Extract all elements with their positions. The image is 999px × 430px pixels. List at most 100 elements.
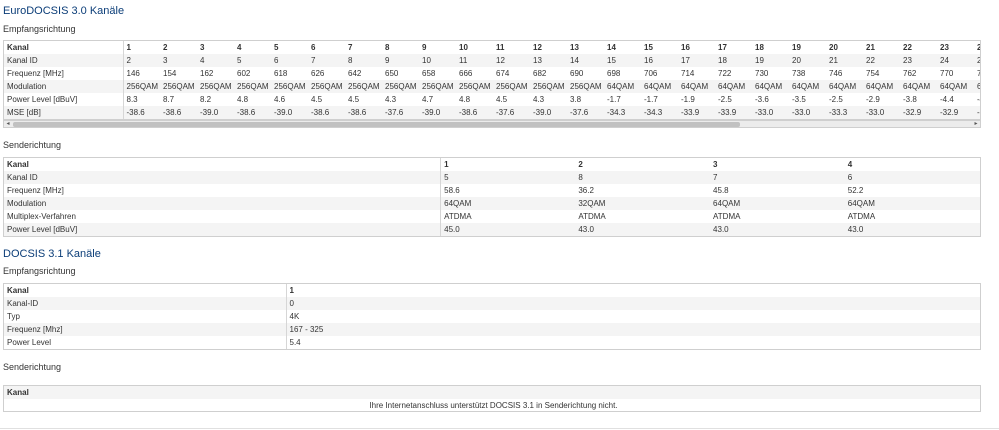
table-cell: 4.8 bbox=[234, 93, 271, 106]
table-cell: 5.4 bbox=[286, 336, 980, 349]
table-cell: 256QAM bbox=[456, 80, 493, 93]
table-cell: -37.6 bbox=[382, 106, 419, 119]
docsis31-upstream-table: Kanal Ihre Internetanschluss unterstützt… bbox=[4, 386, 980, 411]
row-label: Kanal bbox=[4, 158, 442, 171]
table-cell: 4.8 bbox=[456, 93, 493, 106]
table-cell: 15 bbox=[641, 41, 678, 54]
table-cell: 4 bbox=[197, 54, 234, 67]
horizontal-scrollbar[interactable]: ◂ ▸ bbox=[3, 120, 981, 128]
table-cell: 16 bbox=[678, 41, 715, 54]
table-cell: 256QAM bbox=[197, 80, 234, 93]
table-cell: 32QAM bbox=[575, 197, 711, 210]
table-cell: 256QAM bbox=[308, 80, 345, 93]
table-cell: 256QAM bbox=[530, 80, 567, 93]
table-cell: 602 bbox=[234, 67, 271, 80]
table-cell: 256QAM bbox=[345, 80, 382, 93]
table-cell: 14 bbox=[567, 54, 604, 67]
table-cell: 256QAM bbox=[160, 80, 197, 93]
table-cell: 256QAM bbox=[493, 80, 530, 93]
table-cell: 21 bbox=[826, 54, 863, 67]
table-cell: 738 bbox=[789, 67, 826, 80]
table-cell: 64QAM bbox=[752, 80, 789, 93]
table-cell: -38.6 bbox=[308, 106, 345, 119]
table-cell: 770 bbox=[937, 67, 974, 80]
table-cell: 14 bbox=[604, 41, 641, 54]
table-cell: 2 bbox=[575, 158, 711, 171]
table-cell: 64QAM bbox=[863, 80, 900, 93]
scroll-left-arrow-icon[interactable]: ◂ bbox=[4, 121, 12, 127]
table-cell: 2 bbox=[160, 41, 197, 54]
table-cell: 64QAM bbox=[715, 80, 752, 93]
table-cell: 4.7 bbox=[419, 93, 456, 106]
table-cell: 698 bbox=[604, 67, 641, 80]
table-cell: 36.2 bbox=[575, 184, 711, 197]
bottom-divider bbox=[0, 428, 999, 429]
docsis31-upstream-title: Senderichtung bbox=[3, 362, 62, 372]
table-cell: -39.0 bbox=[419, 106, 456, 119]
table-cell: 618 bbox=[271, 67, 308, 80]
table-cell: 690 bbox=[567, 67, 604, 80]
table-cell: -1.7 bbox=[641, 93, 678, 106]
table-row: Power Level 5.4 bbox=[4, 336, 980, 349]
table-cell: 3 bbox=[160, 54, 197, 67]
table-row: Power Level [dBuV] 45.0 43.0 43.0 43.0 bbox=[4, 223, 980, 236]
table-cell: -38.6 bbox=[160, 106, 197, 119]
scrollbar-thumb[interactable] bbox=[13, 122, 740, 127]
table-cell: 4.5 bbox=[308, 93, 345, 106]
euro-downstream-table-wrapper[interactable]: Kanal 1 2 3 4 5 6 7 8 9 10 11 12 13 14 15 16 17 18 19 20 21 22… bbox=[3, 40, 981, 120]
table-cell: 58.6 bbox=[440, 184, 576, 197]
table-cell: 64QAM bbox=[826, 80, 863, 93]
docsis31-title: DOCSIS 3.1 Kanäle bbox=[3, 248, 101, 260]
row-label: Kanal-ID bbox=[4, 297, 287, 310]
euro-downstream-title: Empfangsrichtung bbox=[3, 24, 76, 34]
table-cell: -38.6 bbox=[345, 106, 382, 119]
table-cell: -39.0 bbox=[271, 106, 308, 119]
table-cell: 64QAM bbox=[678, 80, 715, 93]
table-cell: 19 bbox=[752, 54, 789, 67]
table-cell: -1.9 bbox=[678, 93, 715, 106]
table-row: Kanal ID 2 3 4 5 6 7 8 9 10 11 12 13 14 15 16 17 18 19 20 21… bbox=[4, 54, 980, 67]
table-row: Kanal 1 2 3 4 bbox=[4, 158, 980, 171]
table-cell: -3.5 bbox=[789, 93, 826, 106]
table-cell: 6 bbox=[308, 41, 345, 54]
table-cell: -33.3 bbox=[826, 106, 863, 119]
row-label: Power Level [dBuV] bbox=[4, 93, 124, 106]
table-cell: -2.5 bbox=[715, 93, 752, 106]
euro-downstream-table: Kanal 1 2 3 4 5 6 7 8 9 10 11 12 13 14 15 16 17 18 19 20 21 22… bbox=[4, 41, 980, 119]
table-cell: -2.5 bbox=[826, 93, 863, 106]
table-cell: 64QAM bbox=[789, 80, 826, 93]
table-cell: 23 bbox=[900, 54, 937, 67]
table-cell: 7 bbox=[345, 41, 382, 54]
table-cell: 8.3 bbox=[123, 93, 160, 106]
table-cell: 15 bbox=[604, 54, 641, 67]
table-cell: 18 bbox=[715, 54, 752, 67]
row-label: Power Level [dBuV] bbox=[4, 223, 442, 236]
table-cell: 12 bbox=[493, 54, 530, 67]
table-cell: -37.6 bbox=[493, 106, 530, 119]
docsis31-upstream-table-wrapper: Kanal Ihre Internetanschluss unterstützt… bbox=[3, 385, 981, 412]
table-cell: 24 bbox=[937, 54, 974, 67]
row-label: Modulation bbox=[4, 80, 124, 93]
table-cell: 256QAM bbox=[234, 80, 271, 93]
table-cell: 64QAM bbox=[900, 80, 937, 93]
table-cell: -33.9 bbox=[715, 106, 752, 119]
table-cell: 64QAM bbox=[937, 80, 974, 93]
table-cell: 658 bbox=[419, 67, 456, 80]
table-cell: 25 bbox=[974, 54, 980, 67]
table-cell: 8.2 bbox=[197, 93, 234, 106]
table-cell: 3.8 bbox=[567, 93, 604, 106]
table-cell: 0 bbox=[286, 297, 980, 310]
table-cell: 18 bbox=[752, 41, 789, 54]
table-cell: -33.9 bbox=[678, 106, 715, 119]
table-cell: 256QAM bbox=[567, 80, 604, 93]
table-row: Frequenz [Mhz] 167 - 325 bbox=[4, 323, 980, 336]
table-row: Ihre Internetanschluss unterstützt DOCSI… bbox=[4, 399, 980, 411]
table-cell: -32.9 bbox=[974, 106, 980, 119]
scroll-right-arrow-icon[interactable]: ▸ bbox=[972, 121, 980, 127]
table-cell: 650 bbox=[382, 67, 419, 80]
table-cell: 3 bbox=[197, 41, 234, 54]
table-cell: 154 bbox=[160, 67, 197, 80]
table-cell: 10 bbox=[456, 41, 493, 54]
table-cell: 762 bbox=[900, 67, 937, 80]
table-cell: 9 bbox=[382, 54, 419, 67]
